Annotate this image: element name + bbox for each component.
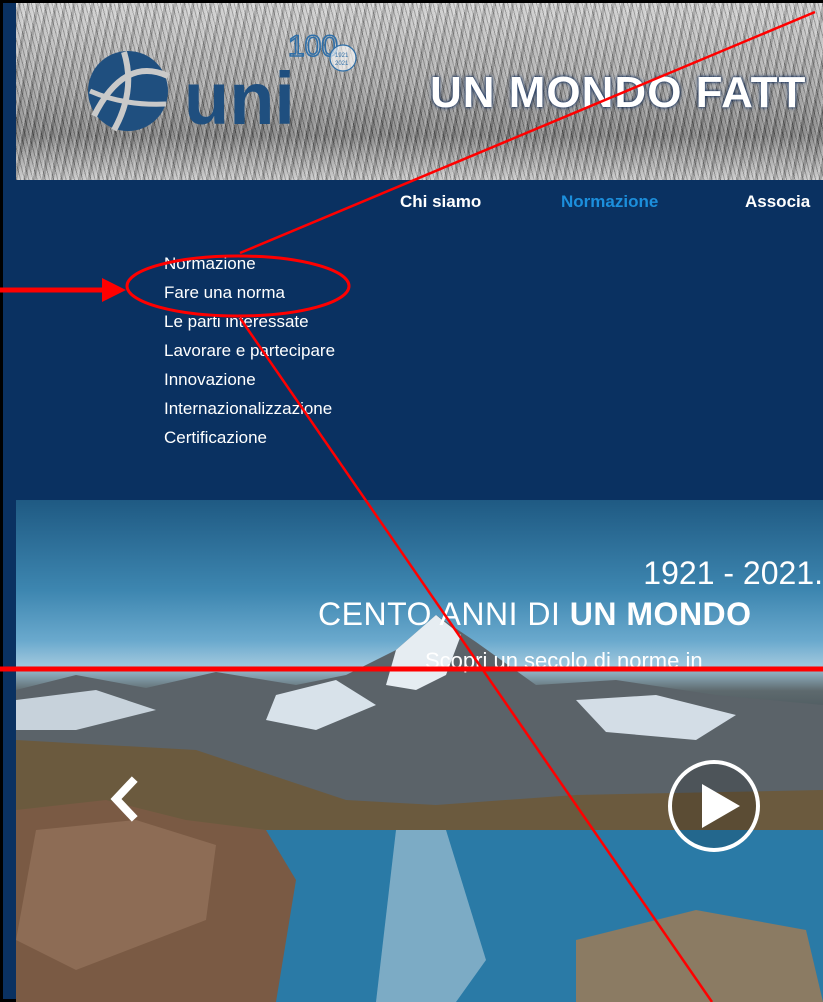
logo-wordmark: uni [184, 57, 295, 136]
chevron-left-icon[interactable] [106, 776, 142, 822]
normazione-submenu: Normazione Fare una norma Le parti inter… [164, 249, 335, 452]
hero-title-bold: UN MONDO [569, 596, 752, 632]
badge-year-end: 2021 [335, 61, 349, 67]
globe-logo-icon [88, 51, 170, 132]
hero-title-main: CENTO ANNI DI UN MONDO [318, 596, 752, 633]
play-icon[interactable] [666, 758, 762, 854]
badge-year-start: 1921 [335, 53, 349, 59]
submenu-item-internazionalizzazione[interactable]: Internazionalizzazione [164, 394, 335, 423]
submenu-item-innovazione[interactable]: Innovazione [164, 365, 335, 394]
submenu-item-fare-una-norma[interactable]: Fare una norma [164, 278, 335, 307]
nav-item-associa[interactable]: Associa [745, 192, 810, 212]
submenu-item-normazione[interactable]: Normazione [164, 249, 335, 278]
submenu-item-certificazione[interactable]: Certificazione [164, 423, 335, 452]
submenu-item-parti-interessate[interactable]: Le parti interessate [164, 307, 335, 336]
main-nav-dropdown [16, 180, 823, 500]
hero-title-years: 1921 - 2021. [643, 555, 823, 591]
hero-subtitle: Scopri un secolo di norme in [425, 648, 703, 673]
centenary-badge: 100 1921 2021 [287, 29, 357, 72]
nav-item-normazione[interactable]: Normazione [561, 192, 658, 212]
hero-title-prefix: CENTO ANNI DI [318, 596, 570, 632]
header-slogan: UN MONDO FATT [430, 68, 807, 117]
nav-item-chi-siamo[interactable]: Chi siamo [400, 192, 481, 212]
submenu-item-lavorare-partecipare[interactable]: Lavorare e partecipare [164, 336, 335, 365]
